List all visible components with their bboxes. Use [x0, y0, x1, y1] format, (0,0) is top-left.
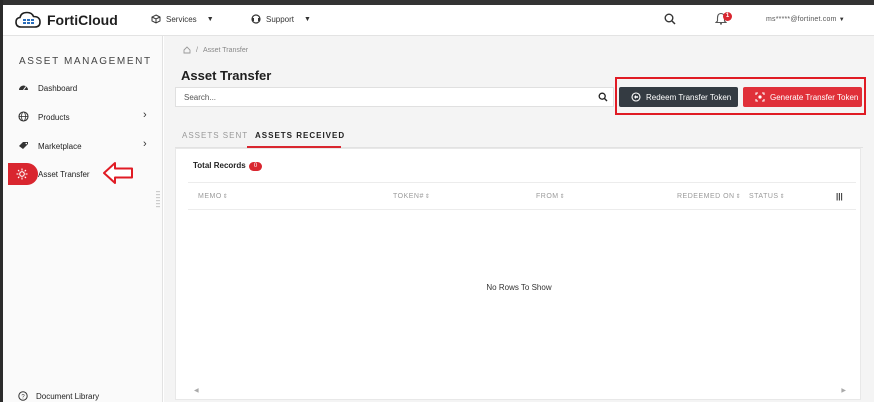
help-circle-icon: ?: [18, 391, 28, 401]
support-label: Support: [266, 14, 295, 24]
sort-icon: ⇕: [779, 194, 786, 200]
search-icon[interactable]: [664, 13, 676, 25]
transfer-icon: [16, 168, 28, 180]
sidebar-item-label: Dashboard: [38, 83, 78, 93]
sort-icon: ⇕: [735, 194, 742, 200]
search-box: [175, 87, 614, 107]
horizontal-scrollbar[interactable]: ◀ ▶: [194, 387, 846, 395]
chevron-right-icon: ›: [143, 138, 147, 150]
services-menu[interactable]: Services ▼: [151, 14, 214, 24]
table-header: MEMO⇕ TOKEN#⇕ FROM⇕ REDEEMED ON⇕ STATUS⇕…: [188, 182, 856, 210]
tab-assets-received[interactable]: ASSETS RECEIVED: [255, 131, 345, 140]
search-icon[interactable]: [598, 92, 608, 102]
columns-icon[interactable]: |||: [836, 192, 843, 201]
tab-bar: ASSETS SENT ASSETS RECEIVED: [175, 128, 863, 148]
scroll-right-icon[interactable]: ▶: [841, 387, 846, 394]
total-records-badge: 0: [249, 162, 262, 171]
sidebar-item-products[interactable]: Products ›: [3, 106, 163, 128]
services-label: Services: [166, 14, 197, 24]
sidebar-item-dashboard[interactable]: Dashboard: [3, 77, 163, 99]
records-card: Total Records 0 MEMO⇕ TOKEN#⇕ FROM⇕ REDE…: [175, 148, 861, 400]
sort-icon: ⇕: [559, 194, 566, 200]
sidebar: ASSET MANAGEMENT Dashboard Products › Ma…: [3, 36, 163, 402]
column-header-token[interactable]: TOKEN#⇕: [393, 193, 430, 200]
user-email: ms*****@fortinet.com: [766, 16, 837, 23]
sidebar-item-label: Document Library: [36, 391, 100, 401]
cloud-logo-icon: [15, 11, 41, 28]
breadcrumb-separator: /: [196, 46, 198, 54]
globe-icon: [18, 111, 29, 122]
generate-transfer-token-button[interactable]: Generate Transfer Token: [743, 87, 862, 107]
breadcrumb: / Asset Transfer: [183, 46, 248, 54]
total-records-label: Total Records: [193, 161, 246, 170]
notification-badge: 1: [723, 12, 732, 21]
main-content: / Asset Transfer Asset Transfer Redeem T…: [164, 36, 874, 402]
sidebar-item-label: Asset Transfer: [38, 169, 90, 179]
scroll-left-icon[interactable]: ◀: [194, 387, 199, 394]
column-header-from[interactable]: FROM⇕: [536, 193, 565, 200]
forticloud-logo[interactable]: FortiCloud: [15, 11, 118, 29]
caret-down-icon: ▼: [206, 15, 214, 23]
search-input[interactable]: [184, 91, 584, 104]
top-header: FortiCloud Services ▼ Support ▼ 1 ms****…: [3, 5, 874, 36]
generate-icon: [755, 92, 765, 102]
speedometer-icon: [19, 85, 28, 91]
support-headset-icon: [251, 14, 261, 24]
generate-button-label: Generate Transfer Token: [770, 92, 859, 102]
page-title: Asset Transfer: [181, 68, 272, 83]
caret-down-icon: ▼: [838, 17, 845, 23]
support-menu[interactable]: Support ▼: [251, 14, 311, 24]
sidebar-item-asset-transfer[interactable]: Asset Transfer: [3, 163, 163, 185]
sort-icon: ⇕: [222, 194, 229, 200]
column-header-memo[interactable]: MEMO⇕: [198, 193, 228, 200]
sidebar-item-marketplace[interactable]: Marketplace ›: [3, 135, 163, 157]
user-menu[interactable]: ms*****@fortinet.com ▼: [766, 16, 845, 23]
sidebar-item-label: Marketplace: [38, 141, 82, 151]
chevron-right-icon: ›: [143, 109, 147, 121]
redeem-button-label: Redeem Transfer Token: [646, 92, 732, 102]
resize-grip-icon[interactable]: [156, 191, 160, 211]
pointer-arrow-icon: [103, 162, 133, 184]
empty-table-message: No Rows To Show: [486, 283, 552, 292]
tab-assets-sent[interactable]: ASSETS SENT: [182, 131, 248, 140]
redeem-transfer-token-button[interactable]: Redeem Transfer Token: [619, 87, 738, 107]
column-header-redeemed-on[interactable]: REDEEMED ON⇕: [677, 193, 741, 200]
tag-icon: [19, 142, 28, 149]
home-icon[interactable]: [183, 46, 191, 54]
sidebar-item-label: Products: [38, 112, 70, 122]
caret-down-icon: ▼: [304, 15, 311, 23]
redeem-icon: [631, 92, 641, 102]
sidebar-section-title: ASSET MANAGEMENT: [19, 56, 152, 67]
logo-text: FortiCloud: [47, 12, 118, 28]
breadcrumb-current: Asset Transfer: [202, 46, 249, 54]
sort-icon: ⇕: [424, 194, 431, 200]
column-header-status[interactable]: STATUS⇕: [749, 193, 785, 200]
cube-icon: [151, 14, 161, 24]
